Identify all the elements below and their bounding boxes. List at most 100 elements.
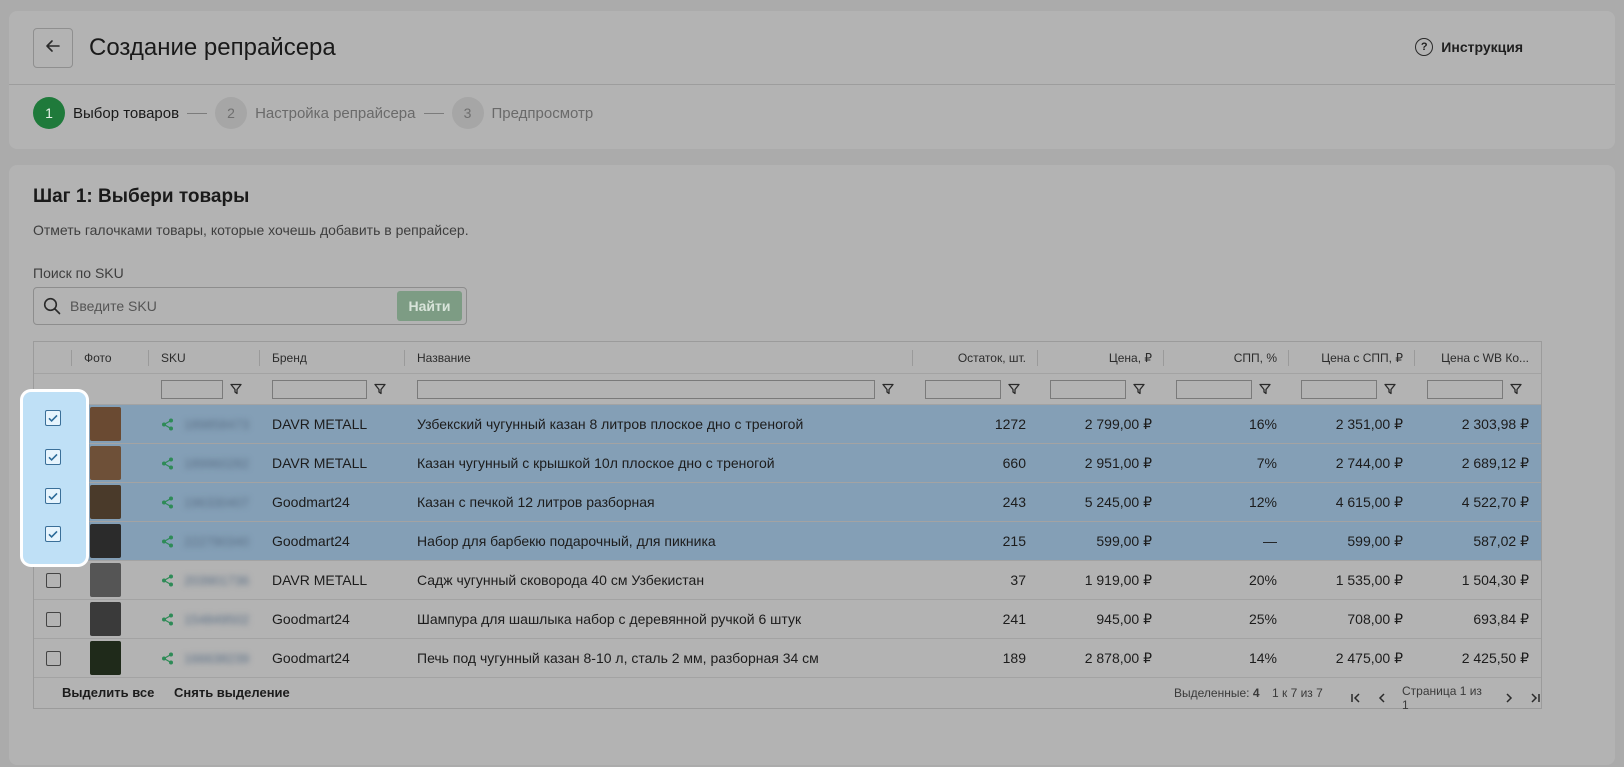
- instruction-link[interactable]: ? Инструкция: [1415, 38, 1523, 56]
- product-photo[interactable]: [90, 602, 121, 636]
- product-photo[interactable]: [90, 524, 121, 558]
- step-label: Выбор товаров: [73, 104, 180, 122]
- product-photo[interactable]: [90, 407, 121, 441]
- row-checkbox-highlighted[interactable]: [45, 410, 61, 426]
- header-price-wb[interactable]: Цена с WB Ко...: [1415, 342, 1541, 374]
- price-cell: 2 951,00 ₽: [1084, 454, 1152, 471]
- price-wb-cell: 2 425,50 ₽: [1461, 649, 1529, 666]
- sku-value[interactable]: 189858473: [184, 417, 249, 432]
- name-cell: Шампура для шашлыка набор с деревянной р…: [417, 611, 802, 627]
- photo-cell: [84, 600, 149, 638]
- header-stock[interactable]: Остаток, шт.: [913, 342, 1038, 374]
- row-checkbox[interactable]: [45, 572, 61, 588]
- next-page-icon[interactable]: [1503, 692, 1515, 704]
- filter-input[interactable]: [272, 379, 367, 399]
- brand-cell: DAVR METALL: [272, 572, 368, 588]
- filter-input[interactable]: [1427, 379, 1503, 399]
- table-footer: Выделить все Снять выделение Выделенные:…: [34, 676, 1541, 712]
- deselect-button[interactable]: Снять выделение: [174, 685, 290, 700]
- help-icon: ?: [1415, 38, 1434, 56]
- filter-input[interactable]: [161, 379, 223, 399]
- row-checkbox-highlighted[interactable]: [45, 449, 61, 465]
- filter-icon[interactable]: [1007, 382, 1021, 396]
- step-title: Шаг 1: Выбери товары: [33, 186, 250, 207]
- header-name[interactable]: Название: [405, 342, 913, 374]
- price-wb-cell: 2 303,98 ₽: [1461, 415, 1529, 432]
- sku-value[interactable]: 203901736: [184, 573, 249, 588]
- table-row[interactable]: 166638239 Goodmart24 Печь под чугунный каз…: [34, 639, 1541, 678]
- select-all-button[interactable]: Выделить все: [62, 685, 154, 700]
- share-icon[interactable]: [161, 613, 174, 626]
- table-row[interactable]: 154849502 Goodmart24 Шампура для шашлыка н…: [34, 600, 1541, 639]
- share-icon[interactable]: [161, 496, 174, 509]
- spp-cell: 25%: [1248, 611, 1277, 627]
- filter-input[interactable]: [1301, 379, 1377, 399]
- filter-input[interactable]: [1050, 379, 1126, 399]
- row-checkbox-highlighted[interactable]: [45, 526, 61, 542]
- filter-icon[interactable]: [229, 382, 243, 396]
- header-price[interactable]: Цена, ₽: [1038, 342, 1164, 374]
- filter-icon[interactable]: [373, 382, 387, 396]
- main-card: Шаг 1: Выбери товары Отметь галочками то…: [9, 165, 1615, 765]
- spp-cell: 12%: [1248, 494, 1277, 510]
- table-row[interactable]: 222790340 Goodmart24 Набор для барбекю под…: [34, 522, 1541, 561]
- first-page-icon[interactable]: [1350, 692, 1362, 704]
- brand-cell: Goodmart24: [272, 650, 350, 666]
- row-checkbox[interactable]: [45, 611, 61, 627]
- filter-input[interactable]: [925, 379, 1001, 399]
- step-settings[interactable]: 2 Настройка репрайсера: [215, 97, 416, 129]
- find-button[interactable]: Найти: [397, 291, 462, 321]
- page-indicator: Страница 1 из 1: [1402, 684, 1482, 712]
- photo-cell: [84, 483, 149, 521]
- header-price-spp[interactable]: Цена с СПП, ₽: [1289, 342, 1415, 374]
- row-checkbox-highlighted[interactable]: [45, 488, 61, 504]
- product-photo[interactable]: [90, 563, 121, 597]
- step-select-products[interactable]: 1 Выбор товаров: [33, 97, 179, 129]
- sku-value[interactable]: 222790340: [184, 534, 249, 549]
- filter-icon[interactable]: [881, 382, 895, 396]
- sku-value[interactable]: 154849502: [184, 612, 249, 627]
- pagination: Страница 1 из 1: [1350, 684, 1541, 712]
- share-icon[interactable]: [161, 574, 174, 587]
- selected-count: 4: [1252, 686, 1260, 700]
- header-spp[interactable]: СПП, %: [1164, 342, 1289, 374]
- sku-cell: 189858473: [149, 405, 260, 443]
- products-table: Фото SKU Бренд Название Остаток, шт. Цен…: [33, 341, 1542, 712]
- sku-value[interactable]: 196330407: [184, 495, 249, 510]
- filter-icon[interactable]: [1132, 382, 1146, 396]
- last-page-icon[interactable]: [1529, 692, 1541, 704]
- photo-cell: [84, 561, 149, 599]
- table-row[interactable]: 203901736 DAVR METALL Садж чугунный сковор…: [34, 561, 1541, 600]
- back-button[interactable]: [33, 28, 73, 68]
- share-icon[interactable]: [161, 652, 174, 665]
- filter-input[interactable]: [1176, 379, 1252, 399]
- product-photo[interactable]: [90, 485, 121, 519]
- header-sku[interactable]: SKU: [149, 342, 260, 374]
- price-spp-cell: 2 351,00 ₽: [1335, 415, 1403, 432]
- share-icon[interactable]: [161, 418, 174, 431]
- table-row[interactable]: 196330407 Goodmart24 Казан с печкой 12 лит…: [34, 483, 1541, 522]
- table-row[interactable]: 189960282 DAVR METALL Казан чугунный с кры…: [34, 444, 1541, 483]
- product-photo[interactable]: [90, 446, 121, 480]
- sku-search-input[interactable]: [70, 298, 397, 314]
- row-checkbox[interactable]: [45, 650, 61, 666]
- step-description: Отметь галочками товары, которые хочешь …: [33, 222, 469, 238]
- prev-page-icon[interactable]: [1376, 692, 1388, 704]
- filter-icon[interactable]: [1509, 382, 1523, 396]
- filter-icon[interactable]: [1383, 382, 1397, 396]
- share-icon[interactable]: [161, 535, 174, 548]
- header-select: [34, 342, 72, 374]
- product-photo[interactable]: [90, 641, 121, 675]
- sku-value[interactable]: 166638239: [184, 651, 249, 666]
- sku-value[interactable]: 189960282: [184, 456, 249, 471]
- stock-cell: 37: [1010, 572, 1026, 588]
- filter-icon[interactable]: [1258, 382, 1272, 396]
- step-number: 3: [451, 97, 484, 129]
- filter-input[interactable]: [417, 379, 875, 399]
- step-preview[interactable]: 3 Предпросмотр: [451, 97, 593, 129]
- header-brand[interactable]: Бренд: [260, 342, 405, 374]
- table-row[interactable]: 189858473 DAVR METALL Узбекский чугунный к…: [34, 405, 1541, 444]
- sku-cell: 189960282: [149, 444, 260, 482]
- share-icon[interactable]: [161, 457, 174, 470]
- instruction-label: Инструкция: [1441, 39, 1523, 55]
